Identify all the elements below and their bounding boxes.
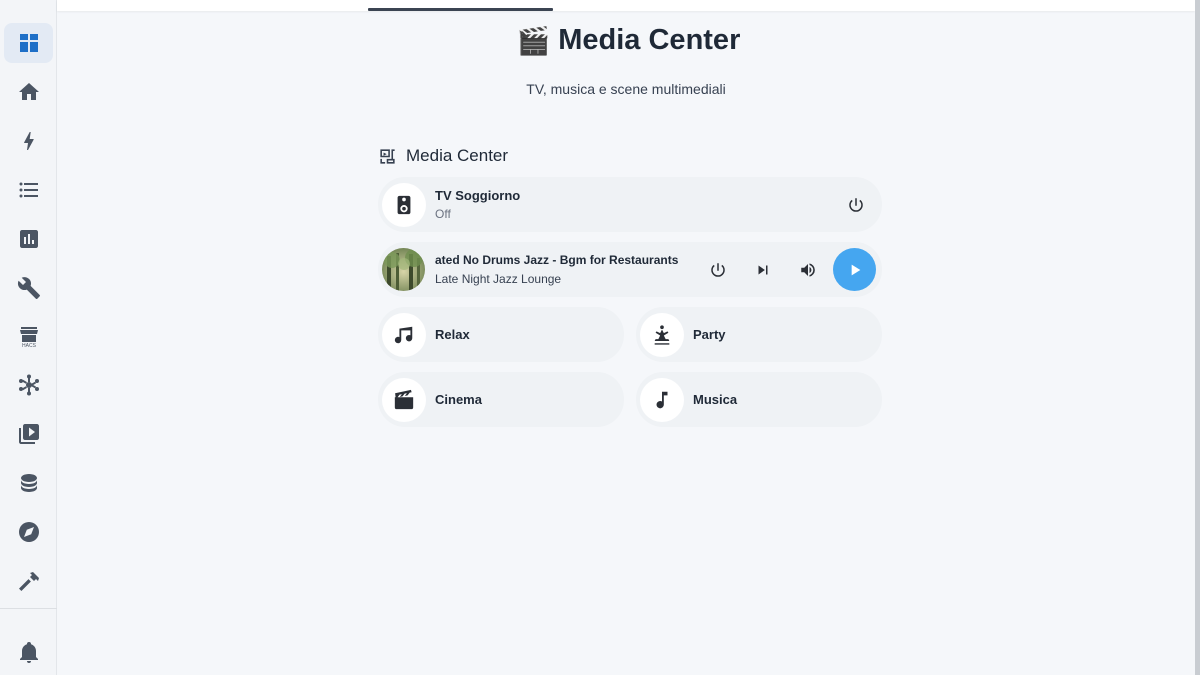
tv-soggiorno-card[interactable]: TV Soggiorno Off	[378, 177, 882, 232]
play-box-multiple-icon	[18, 424, 39, 444]
tv-name: TV Soggiorno	[435, 188, 521, 203]
page-subtitle: TV, musica e scene multimediali	[526, 81, 726, 97]
sidebar-item-zigbee[interactable]	[4, 365, 53, 405]
lightning-bolt-icon	[23, 132, 34, 150]
power-icon	[849, 197, 863, 212]
database-icon	[20, 474, 37, 492]
top-toolbar	[57, 0, 1195, 11]
volume-button[interactable]	[789, 251, 827, 289]
tv-state: Off	[435, 207, 451, 221]
sidebar-item-explore[interactable]	[4, 512, 53, 552]
scene-cinema-card[interactable]: Cinema	[378, 372, 624, 427]
scene-cinema-label: Cinema	[435, 392, 482, 407]
sidebar-divider	[0, 608, 57, 609]
media-text: ated No Drums Jazz - Bgm for Restaurants…	[435, 253, 692, 286]
scene-musica-card[interactable]: Musica	[636, 372, 882, 427]
page-title-text: Media Center	[558, 24, 741, 56]
tv-icon-circle	[382, 182, 426, 227]
scene-relax-card[interactable]: Relax	[378, 307, 624, 362]
sidebar-item-media[interactable]	[4, 414, 53, 454]
hacs-store-icon: HACS	[19, 327, 38, 348]
media-artist: Late Night Jazz Lounge	[435, 272, 562, 286]
sidebar-item-database[interactable]	[4, 463, 53, 503]
music-notes-icon	[394, 326, 413, 343]
wrench-icon	[17, 277, 40, 299]
sidebar-item-notifications[interactable]	[4, 632, 53, 672]
power-icon	[711, 262, 725, 277]
music-note-icon	[656, 391, 668, 408]
scene-party-label: Party	[693, 327, 726, 342]
skip-next-button[interactable]	[744, 251, 782, 289]
media-power-button[interactable]	[699, 251, 737, 289]
multimedia-icon	[380, 148, 395, 164]
play-button[interactable]	[833, 248, 876, 291]
scene-musica-label: Musica	[693, 392, 738, 407]
section-header: Media Center	[378, 146, 508, 166]
section-title: Media Center	[406, 146, 509, 165]
hammer-icon	[18, 572, 39, 591]
scrollbar-thumb[interactable]	[1195, 0, 1200, 675]
sidebar: HACS	[0, 0, 57, 675]
speaker-icon	[397, 195, 411, 214]
scene-relax-icon-circle	[382, 312, 426, 357]
tv-text: TV Soggiorno Off	[435, 188, 836, 221]
format-list-bulleted-icon	[19, 182, 38, 198]
active-tab-indicator	[368, 8, 553, 11]
sidebar-item-hacs[interactable]: HACS	[4, 316, 53, 356]
media-title: ated No Drums Jazz - Bgm for Restaurants	[435, 253, 679, 267]
scene-cinema-icon-circle	[382, 377, 426, 422]
zigbee-network-icon	[18, 374, 39, 396]
sidebar-item-home[interactable]	[4, 72, 53, 112]
scrollbar-track[interactable]	[1195, 0, 1200, 675]
party-dancer-icon	[654, 324, 670, 345]
chart-box-icon	[19, 230, 38, 248]
scene-party-icon-circle	[640, 312, 684, 357]
sidebar-item-settings[interactable]	[4, 268, 53, 308]
page-title: 🎬 Media Center	[0, 24, 1200, 57]
home-icon	[18, 83, 39, 100]
sidebar-item-energy[interactable]	[4, 121, 53, 161]
svg-text:HACS: HACS	[22, 343, 37, 348]
media-player-card[interactable]: ated No Drums Jazz - Bgm for Restaurants…	[378, 242, 882, 297]
bell-icon	[19, 642, 38, 663]
compass-icon	[18, 522, 39, 542]
sidebar-item-logbook[interactable]	[4, 170, 53, 210]
scene-relax-label: Relax	[435, 327, 470, 342]
scene-party-card[interactable]: Party	[636, 307, 882, 362]
scene-musica-icon-circle	[640, 377, 684, 422]
play-icon	[851, 264, 860, 275]
tv-power-button[interactable]	[836, 185, 876, 225]
movie-clapperboard-icon	[394, 389, 414, 409]
skip-next-icon	[758, 265, 768, 274]
sidebar-item-history[interactable]	[4, 219, 53, 259]
sidebar-item-developer-tools[interactable]	[4, 561, 53, 601]
volume-high-icon	[801, 262, 815, 277]
clapperboard-emoji-icon: 🎬	[516, 25, 551, 56]
album-art-image	[382, 248, 425, 291]
